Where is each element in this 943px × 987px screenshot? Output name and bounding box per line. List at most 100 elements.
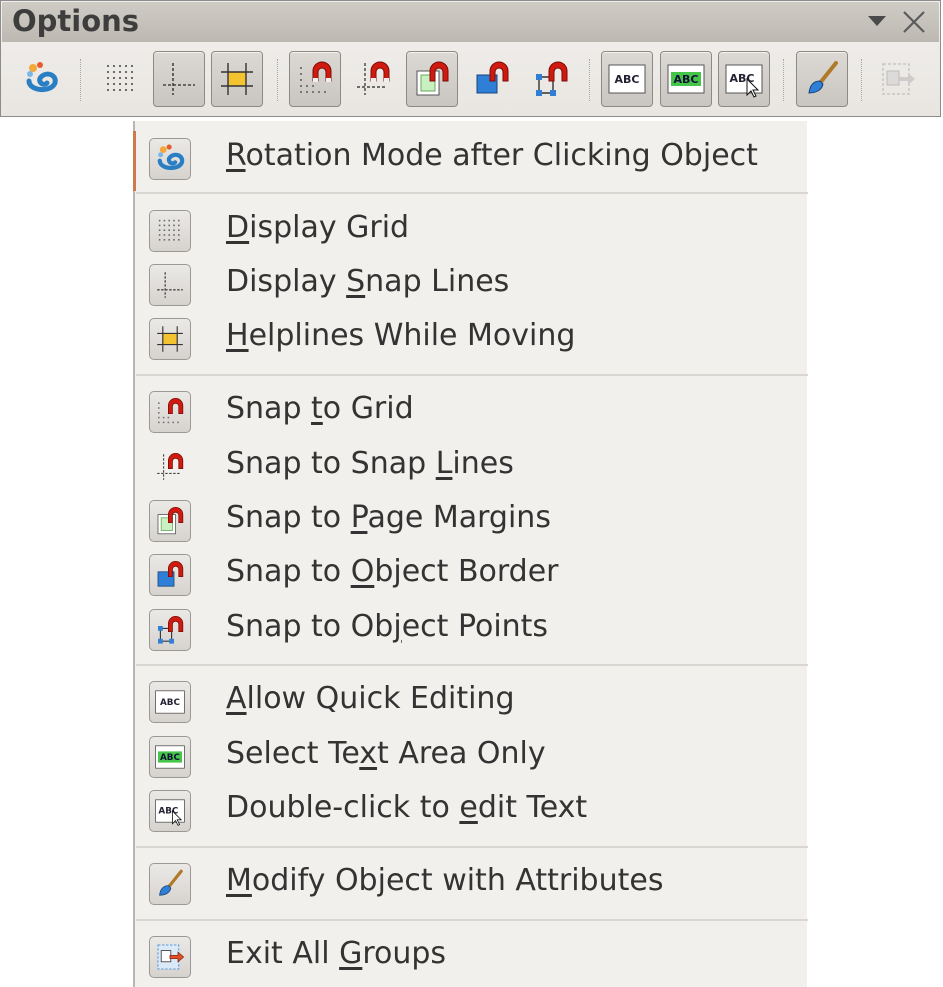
- menu-item-display-grid[interactable]: Display Grid: [135, 203, 807, 257]
- menu-separator: [136, 192, 808, 194]
- object-points-magnet-icon: [536, 61, 568, 96]
- menu-separator: [136, 919, 808, 921]
- menu-item-label: Display Snap Lines: [226, 264, 510, 299]
- menu-item-check-box: [149, 138, 191, 180]
- menu-item-check-box: [149, 264, 191, 306]
- snap-grid-magnet-icon: [300, 61, 332, 93]
- display-snap-lines-button[interactable]: [153, 51, 205, 107]
- menu-item-rotation-mode[interactable]: Rotation Mode after Clicking Object: [135, 131, 807, 185]
- menu-item-check-box: [149, 210, 191, 252]
- paintbrush-icon: [159, 869, 183, 896]
- toolbar-separator: [277, 59, 278, 101]
- snap-to-page-margins-button[interactable]: [406, 51, 458, 107]
- menu-item-snap-to-grid[interactable]: Snap to Grid: [135, 384, 807, 438]
- object-border-magnet-icon: [157, 561, 184, 587]
- object-border-magnet-icon: [476, 61, 509, 94]
- menu-item-check-box: [149, 863, 191, 905]
- page-margins-magnet-icon: [416, 61, 449, 96]
- menu-item-snap-to-page-margins[interactable]: Snap to Page Margins: [135, 493, 807, 547]
- menu-item-check-box: ABC: [149, 790, 191, 832]
- menu-separator: [136, 846, 808, 848]
- helplines-icon: [157, 326, 183, 352]
- svg-text:ABC: ABC: [160, 753, 180, 763]
- menu-item-label: Snap to Object Border: [226, 554, 559, 589]
- rotation-mode-icon: [26, 62, 58, 92]
- menu-item-select-text-area-only[interactable]: ABC Select Text Area Only: [135, 729, 807, 783]
- abc-green-icon: ABC: [667, 64, 705, 94]
- display-grid-button[interactable]: [95, 51, 147, 107]
- snap-to-grid-button[interactable]: [289, 51, 341, 107]
- menu-item-label: Modify Object with Attributes: [226, 863, 664, 898]
- paintbrush-icon: [808, 61, 838, 94]
- toolbar-separator: [861, 59, 862, 101]
- menu-item-exit-all-groups[interactable]: Exit All Groups: [135, 929, 807, 983]
- toolbar-dropdown-icon[interactable]: [864, 8, 890, 38]
- object-points-magnet-icon: [158, 616, 184, 644]
- allow-quick-editing-button[interactable]: ABC: [601, 51, 653, 107]
- menu-item-check-box: [149, 936, 191, 978]
- helplines-icon: [221, 63, 253, 95]
- menu-item-check-box: [149, 318, 191, 360]
- menu-item-label: Snap to Snap Lines: [226, 446, 514, 481]
- double-click-edit-text-button[interactable]: ABC: [718, 51, 770, 107]
- toolbar-titlebar[interactable]: Options: [2, 2, 939, 42]
- toolbar-separator: [589, 59, 590, 101]
- menu-item-allow-quick-editing[interactable]: ABC Allow Quick Editing: [135, 674, 807, 728]
- toolbar-separator: [783, 59, 784, 101]
- menu-item-snap-to-object-border[interactable]: Snap to Object Border: [135, 547, 807, 601]
- menu-item-label: Allow Quick Editing: [226, 681, 515, 716]
- modify-object-attributes-button[interactable]: [796, 51, 848, 107]
- snap-grid-magnet-icon: [158, 398, 184, 424]
- display-grid-icon: [158, 219, 180, 241]
- menu-item-snap-to-object-points[interactable]: Snap to Object Points: [135, 602, 807, 656]
- menu-item-helplines-while-moving[interactable]: Helplines While Moving: [135, 311, 807, 365]
- exit-groups-icon: [157, 944, 185, 970]
- svg-text:ABC: ABC: [674, 73, 699, 86]
- menu-item-display-snap-lines[interactable]: Display Snap Lines: [135, 257, 807, 311]
- menu-item-check-box: [149, 391, 191, 433]
- menu-item-check-box: [149, 500, 191, 542]
- rotation-mode-button[interactable]: [15, 51, 67, 107]
- select-text-area-only-button[interactable]: ABC: [660, 51, 712, 107]
- abc-cursor-icon: ABC: [155, 799, 185, 826]
- menu-item-modify-object-attributes[interactable]: Modify Object with Attributes: [135, 856, 807, 910]
- menu-item-check-box: [149, 446, 191, 488]
- toolbar-title: Options: [12, 4, 140, 38]
- menu-item-label: Snap to Page Margins: [226, 500, 551, 535]
- menu-item-check-box: [149, 609, 191, 651]
- menu-item-label: Helplines While Moving: [226, 318, 576, 353]
- helplines-while-moving-button[interactable]: [211, 51, 263, 107]
- menu-item-check-box: ABC: [149, 681, 191, 723]
- options-dropdown-menu: Rotation Mode after Clicking Object Disp…: [133, 121, 808, 987]
- svg-text:ABC: ABC: [615, 73, 640, 86]
- exit-groups-icon: [882, 63, 915, 95]
- menu-item-double-click-edit-text[interactable]: ABC Double-click to edit Text: [135, 783, 807, 837]
- page-margins-magnet-icon: [157, 507, 184, 535]
- snap-lines-magnet-icon: [357, 61, 390, 95]
- snap-to-object-points-button[interactable]: [525, 51, 577, 107]
- menu-separator: [136, 374, 808, 376]
- menu-item-check-box: [149, 554, 191, 596]
- abc-icon: ABC: [155, 690, 185, 714]
- snap-lines-icon: [163, 63, 195, 95]
- menu-item-label: Snap to Object Points: [226, 609, 549, 644]
- abc-green-icon: ABC: [155, 745, 185, 769]
- menu-item-label: Double-click to edit Text: [226, 790, 588, 825]
- menu-item-check-box: ABC: [149, 736, 191, 778]
- toolbar-separator: [80, 59, 81, 101]
- svg-text:ABC: ABC: [160, 698, 180, 708]
- snap-lines-icon: [157, 272, 183, 298]
- menu-item-snap-to-snap-lines[interactable]: Snap to Snap Lines: [135, 439, 807, 493]
- abc-icon: ABC: [608, 64, 646, 94]
- exit-all-groups-button[interactable]: [872, 51, 924, 107]
- menu-item-label: Display Grid: [226, 210, 410, 245]
- snap-to-snap-lines-button[interactable]: [347, 51, 399, 107]
- menu-item-label: Exit All Groups: [226, 936, 447, 971]
- rotation-mode-icon: [157, 144, 185, 171]
- toolbar-close-icon[interactable]: [900, 8, 928, 40]
- options-toolbar: Options ABC ABC ABC: [0, 0, 941, 117]
- menu-separator: [136, 664, 808, 666]
- display-grid-icon: [107, 65, 133, 91]
- snap-to-object-border-button[interactable]: [466, 51, 518, 107]
- menu-item-label: Rotation Mode after Clicking Object: [226, 138, 758, 173]
